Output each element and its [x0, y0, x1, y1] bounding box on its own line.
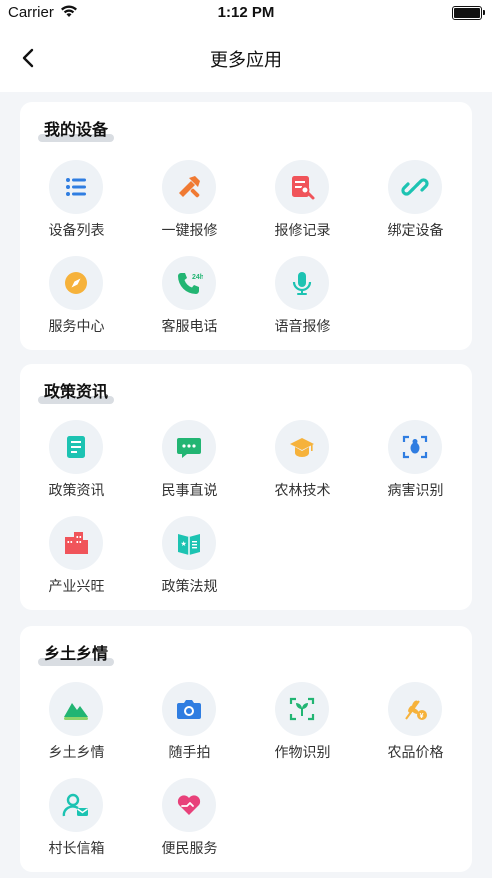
app-label: 便民服务 [161, 841, 218, 857]
app-label: 政策法规 [161, 579, 218, 595]
app-label: 客服电话 [161, 319, 218, 335]
status-time: 1:12 PM [217, 4, 275, 21]
section-title: 政策资讯 [44, 382, 109, 401]
repair-record-icon [275, 160, 329, 214]
app-label: 乡土乡情 [48, 745, 105, 761]
app-label: 产业兴旺 [48, 579, 105, 595]
section-policy-news: 政策资讯 政策资讯 民事直说 农林技术 病害识别 产业兴旺 ★ 政策法规 [20, 364, 472, 610]
app-agri-tech[interactable]: 农林技术 [246, 420, 359, 510]
svg-text:★: ★ [181, 540, 187, 548]
mountain-icon [49, 682, 103, 736]
app-crop-id[interactable]: 作物识别 [246, 682, 359, 772]
app-label: 政策资讯 [48, 483, 105, 499]
app-village-mailbox[interactable]: 村长信箱 [20, 778, 133, 868]
app-label: 村长信箱 [48, 841, 105, 857]
battery-icon [452, 6, 485, 20]
app-label: 语音报修 [274, 319, 331, 335]
list-icon [49, 160, 103, 214]
app-label: 服务中心 [48, 319, 105, 335]
app-hometown[interactable]: 乡土乡情 [20, 682, 133, 772]
buildings-icon [49, 516, 103, 570]
app-label: 作物识别 [274, 745, 331, 761]
app-produce-price[interactable]: ¥ 农品价格 [359, 682, 472, 772]
app-label: 设备列表 [48, 223, 105, 239]
status-bar: Carrier 1:12 PM [0, 0, 492, 26]
app-service-center[interactable]: 服务中心 [20, 256, 133, 346]
app-policy-law[interactable]: ★ 政策法规 [133, 516, 246, 606]
app-label: 农品价格 [387, 745, 444, 761]
chat-icon [162, 420, 216, 474]
section-title: 我的设备 [44, 120, 109, 139]
app-label: 病害识别 [387, 483, 444, 499]
app-device-list[interactable]: 设备列表 [20, 160, 133, 250]
document-icon [49, 420, 103, 474]
nav-bar: 更多应用 [0, 38, 492, 78]
app-label: 绑定设备 [387, 223, 444, 239]
app-bind-device[interactable]: 绑定设备 [359, 160, 472, 250]
app-label: 报修记录 [274, 223, 331, 239]
microphone-icon [275, 256, 329, 310]
plant-scan-icon [275, 682, 329, 736]
camera-icon [162, 682, 216, 736]
heart-hands-icon [162, 778, 216, 832]
page-title: 更多应用 [210, 50, 282, 71]
app-industry[interactable]: 产业兴旺 [20, 516, 133, 606]
app-civil-talk[interactable]: 民事直说 [133, 420, 246, 510]
app-repair-record[interactable]: 报修记录 [246, 160, 359, 250]
compass-icon [49, 256, 103, 310]
app-convenience[interactable]: 便民服务 [133, 778, 246, 868]
wheat-price-icon: ¥ [388, 682, 442, 736]
app-label: 民事直说 [161, 483, 218, 499]
app-snapshot[interactable]: 随手拍 [133, 682, 246, 772]
app-label: 一键报修 [161, 223, 218, 239]
app-label: 随手拍 [168, 745, 211, 761]
svg-text:24h: 24h [192, 274, 203, 281]
book-icon: ★ [162, 516, 216, 570]
app-label: 农林技术 [274, 483, 331, 499]
app-disease-id[interactable]: 病害识别 [359, 420, 472, 510]
header: Carrier 1:12 PM 更多应用 [0, 0, 492, 92]
section-my-devices: 我的设备 设备列表 一键报修 报修记录 绑定设备 服务中心 24h 客服电话 语… [20, 102, 472, 350]
link-icon [388, 160, 442, 214]
graduation-cap-icon [275, 420, 329, 474]
tools-icon [162, 160, 216, 214]
bug-scan-icon [388, 420, 442, 474]
app-one-click-repair[interactable]: 一键报修 [133, 160, 246, 250]
app-voice-repair[interactable]: 语音报修 [246, 256, 359, 346]
section-title: 乡土乡情 [44, 644, 109, 663]
app-service-phone[interactable]: 24h 客服电话 [133, 256, 246, 346]
user-mail-icon [49, 778, 103, 832]
app-policy-news[interactable]: 政策资讯 [20, 420, 133, 510]
phone-24h-icon: 24h [162, 256, 216, 310]
section-hometown: 乡土乡情 乡土乡情 随手拍 作物识别 ¥ 农品价格 村长信箱 便民服务 [20, 626, 472, 872]
svg-text:¥: ¥ [420, 713, 424, 720]
